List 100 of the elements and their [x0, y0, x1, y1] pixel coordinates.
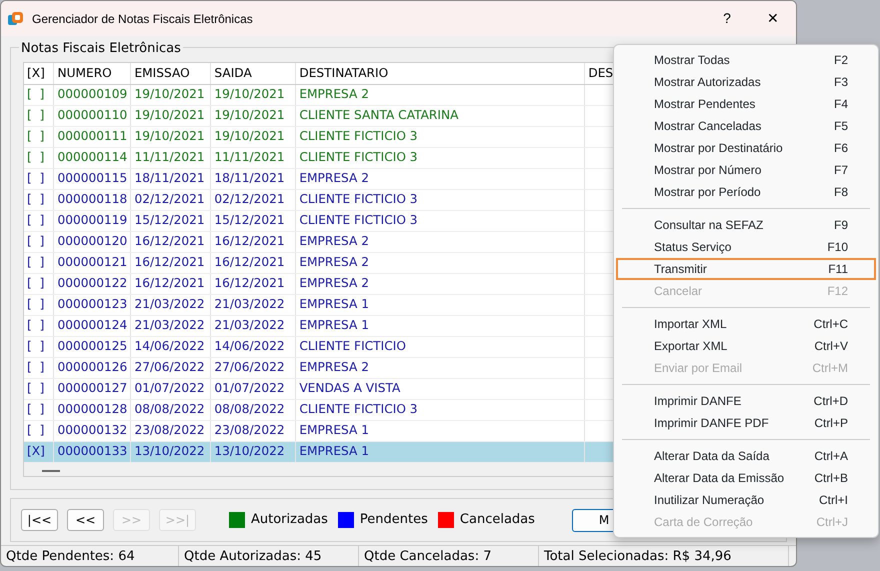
- menu-item[interactable]: Consultar na SEFAZ F9: [616, 214, 876, 236]
- row-checkbox[interactable]: [ ]: [24, 168, 54, 189]
- menu-item[interactable]: Status Serviço F10: [616, 236, 876, 258]
- column-header[interactable]: NUMERO: [54, 63, 131, 84]
- row-checkbox[interactable]: [ ]: [24, 84, 54, 105]
- row-checkbox[interactable]: [ ]: [24, 210, 54, 231]
- table-cell: 13/10/2022: [130, 441, 211, 462]
- table-cell: 16/12/2021: [130, 273, 211, 294]
- row-checkbox[interactable]: [ ]: [24, 420, 54, 441]
- column-header[interactable]: [X]: [24, 63, 54, 84]
- row-checkbox[interactable]: [ ]: [24, 105, 54, 126]
- table-cell: VENDAS A VISTA: [296, 378, 585, 399]
- table-cell: EMPRESA 1: [296, 315, 585, 336]
- menu-item[interactable]: Mostrar por Destinatário F6: [616, 137, 876, 159]
- window-title: Gerenciador de Notas Fiscais Eletrônicas: [32, 10, 253, 28]
- table-cell: 14/06/2022: [210, 336, 296, 357]
- menu-item[interactable]: Mostrar Pendentes F4: [616, 93, 876, 115]
- table-cell: 01/07/2022: [210, 378, 296, 399]
- table-cell: 16/12/2021: [210, 273, 296, 294]
- table-cell: 16/12/2021: [210, 252, 296, 273]
- row-checkbox[interactable]: [ ]: [24, 357, 54, 378]
- table-cell: 11/11/2021: [210, 147, 296, 168]
- row-checkbox[interactable]: [ ]: [24, 231, 54, 252]
- legend-label: Autorizadas: [251, 511, 328, 530]
- table-cell: 23/08/2022: [130, 420, 211, 441]
- table-cell: 21/03/2022: [130, 315, 211, 336]
- table-cell: 000000127: [54, 378, 131, 399]
- table-cell: CLIENTE FICTICIO 3: [296, 147, 585, 168]
- table-cell: 16/12/2021: [130, 231, 211, 252]
- menu-item[interactable]: Mostrar por Número F7: [616, 159, 876, 181]
- table-cell: EMPRESA 2: [296, 252, 585, 273]
- table-cell: 18/11/2021: [130, 168, 211, 189]
- row-checkbox[interactable]: [ ]: [24, 399, 54, 420]
- close-button[interactable]: ✕: [750, 2, 796, 34]
- table-cell: EMPRESA 2: [296, 357, 585, 378]
- table-cell: CLIENTE SANTA CATARINA: [296, 105, 585, 126]
- help-button[interactable]: ?: [704, 2, 750, 34]
- table-cell: 13/10/2022: [210, 441, 296, 462]
- table-cell: CLIENTE FICTICIO 3: [296, 399, 585, 420]
- status-text: Total Selecionadas: R$ 34,96: [539, 546, 789, 566]
- table-cell: EMPRESA 1: [296, 420, 585, 441]
- row-checkbox[interactable]: [ ]: [24, 294, 54, 315]
- table-cell: 19/10/2021: [130, 84, 211, 105]
- table-cell: 000000111: [54, 126, 131, 147]
- menu-item[interactable]: Transmitir F11: [616, 258, 876, 280]
- row-checkbox[interactable]: [ ]: [24, 147, 54, 168]
- column-header[interactable]: SAIDA: [210, 63, 296, 84]
- table-cell: 000000124: [54, 315, 131, 336]
- table-cell: 18/11/2021: [210, 168, 296, 189]
- menu-item[interactable]: Mostrar Todas F2: [616, 49, 876, 71]
- row-checkbox[interactable]: [ ]: [24, 315, 54, 336]
- menu-item[interactable]: Mostrar Canceladas F5: [616, 115, 876, 137]
- nav-button[interactable]: <<: [67, 509, 104, 531]
- table-cell: EMPRESA 1: [296, 294, 585, 315]
- nav-button[interactable]: |<<: [21, 509, 58, 531]
- table-cell: 01/07/2022: [130, 378, 211, 399]
- status-text: Qtde Pendentes: 64: [1, 546, 179, 566]
- table-cell: 15/12/2021: [130, 210, 211, 231]
- legend-label: Pendentes: [360, 511, 428, 530]
- table-cell: 000000110: [54, 105, 131, 126]
- table-cell: 27/06/2022: [210, 357, 296, 378]
- table-cell: 14/06/2022: [130, 336, 211, 357]
- row-checkbox[interactable]: [X]: [24, 441, 54, 462]
- table-cell: 21/03/2022: [130, 294, 211, 315]
- table-cell: 21/03/2022: [210, 315, 296, 336]
- column-header[interactable]: EMISSAO: [130, 63, 211, 84]
- table-cell: 19/10/2021: [210, 126, 296, 147]
- menu-item[interactable]: Exportar XML Ctrl+V: [616, 335, 876, 357]
- menu-item[interactable]: Inutilizar Numeração Ctrl+I: [616, 489, 876, 511]
- table-cell: 11/11/2021: [130, 147, 211, 168]
- row-checkbox[interactable]: [ ]: [24, 378, 54, 399]
- menu-item[interactable]: Alterar Data da Emissão Ctrl+B: [616, 467, 876, 489]
- table-cell: 16/12/2021: [210, 231, 296, 252]
- menu-item[interactable]: Importar XML Ctrl+C: [616, 313, 876, 335]
- table-cell: CLIENTE FICTICIO 3: [296, 189, 585, 210]
- row-checkbox[interactable]: [ ]: [24, 273, 54, 294]
- table-cell: 000000126: [54, 357, 131, 378]
- table-cell: 000000132: [54, 420, 131, 441]
- table-cell: 000000133: [54, 441, 131, 462]
- table-cell: 000000125: [54, 336, 131, 357]
- row-checkbox[interactable]: [ ]: [24, 252, 54, 273]
- table-cell: 02/12/2021: [130, 189, 211, 210]
- menu-item[interactable]: Alterar Data da Saída Ctrl+A: [616, 445, 876, 467]
- menu-item[interactable]: Mostrar Autorizadas F3: [616, 71, 876, 93]
- menu-item[interactable]: Imprimir DANFE PDF Ctrl+P: [616, 412, 876, 434]
- menu-item[interactable]: Mostrar por Período F8: [616, 181, 876, 203]
- table-cell: EMPRESA 2: [296, 84, 585, 105]
- table-cell: 27/06/2022: [130, 357, 211, 378]
- table-cell: CLIENTE FICTICIO 3: [296, 126, 585, 147]
- status-text: Qtde Canceladas: 7: [359, 546, 539, 566]
- table-cell: 08/08/2022: [210, 399, 296, 420]
- row-checkbox[interactable]: [ ]: [24, 336, 54, 357]
- row-checkbox[interactable]: [ ]: [24, 189, 54, 210]
- row-checkbox[interactable]: [ ]: [24, 126, 54, 147]
- menu-item[interactable]: Imprimir DANFE Ctrl+D: [616, 390, 876, 412]
- table-cell: 19/10/2021: [210, 105, 296, 126]
- table-cell: 000000118: [54, 189, 131, 210]
- table-cell: 000000123: [54, 294, 131, 315]
- table-cell: 000000122: [54, 273, 131, 294]
- column-header[interactable]: DESTINATARIO: [296, 63, 585, 84]
